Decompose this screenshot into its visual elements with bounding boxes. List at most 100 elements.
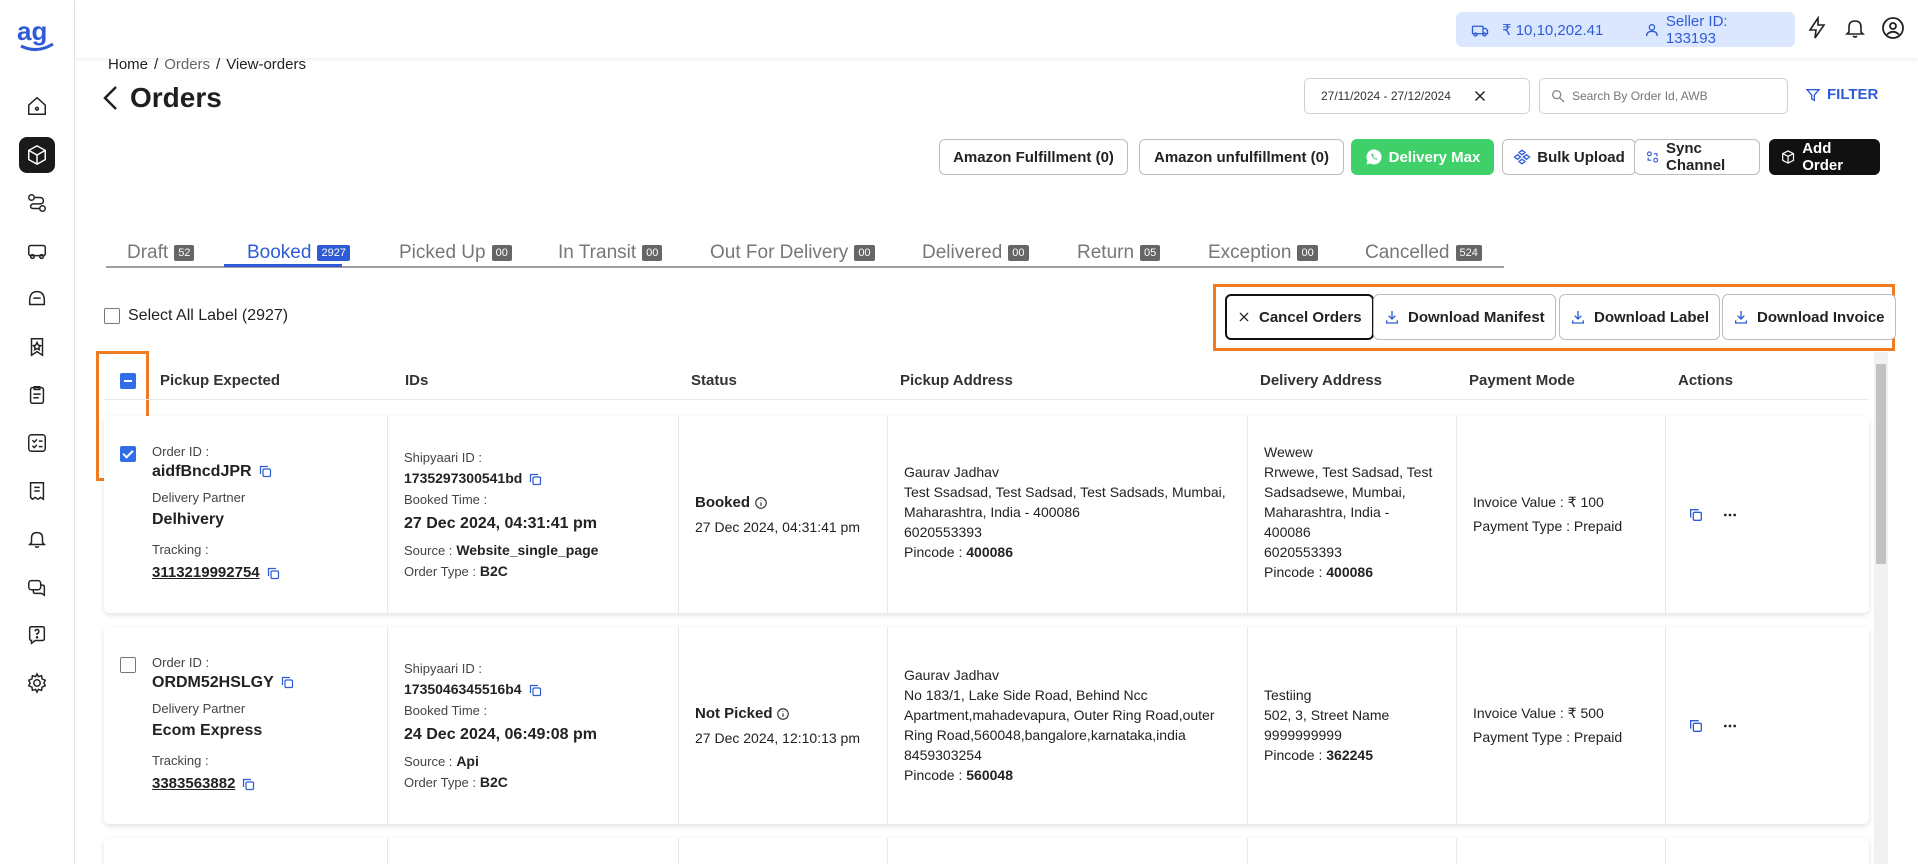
col-pickup-expected: Pickup Expected: [160, 372, 281, 389]
back-arrow-icon[interactable]: [102, 85, 120, 111]
row-select-checkbox[interactable]: [120, 446, 136, 462]
page-title: Orders: [102, 82, 222, 114]
help-icon[interactable]: [19, 617, 55, 653]
download-icon: [1572, 311, 1584, 324]
bulk-upload-icon: [1513, 149, 1531, 165]
payment-type: Payment Type : Prepaid: [1473, 729, 1623, 745]
add-order-button[interactable]: Add Order: [1769, 139, 1880, 175]
brand-logo[interactable]: ag: [17, 14, 57, 54]
select-all-labels[interactable]: Select All Label (2927): [104, 307, 288, 325]
svg-text:ag: ag: [17, 16, 47, 46]
copy-order-icon[interactable]: [1688, 507, 1704, 523]
settings-gear-icon[interactable]: [19, 665, 55, 701]
sidebar: ag: [0, 0, 75, 864]
download-invoice-button[interactable]: Download Invoice: [1722, 294, 1896, 340]
more-options-icon[interactable]: [1722, 718, 1738, 734]
close-icon: [1239, 312, 1249, 322]
bell-icon[interactable]: [19, 521, 55, 557]
tab-cancelled[interactable]: Cancelled 524: [1365, 240, 1482, 266]
header-select-checkbox[interactable]: [120, 373, 136, 389]
copy-icon[interactable]: [528, 472, 543, 487]
pickup-expected-cell: Order ID : ORDM52HSLGY Delivery Partner …: [104, 627, 388, 824]
copy-icon[interactable]: [528, 683, 543, 698]
status-cell: Booked 27 Dec 2024, 04:31:41 pm: [679, 416, 888, 613]
copy-icon[interactable]: [241, 777, 256, 792]
badge-icon[interactable]: [19, 329, 55, 365]
receipt-icon[interactable]: [19, 473, 55, 509]
delivery-max-button[interactable]: Delivery Max: [1351, 139, 1494, 175]
booked-time: 27 Dec 2024, 04:31:41 pm: [404, 515, 598, 532]
tab-delivered[interactable]: Delivered 00: [922, 240, 1029, 266]
delivery-pincode: 362245: [1326, 747, 1373, 763]
copy-icon[interactable]: [258, 464, 273, 479]
notification-bell-icon[interactable]: [1843, 16, 1867, 40]
amazon-unfulfillment-button[interactable]: Amazon unfulfillment (0): [1139, 139, 1344, 175]
breadcrumb-orders[interactable]: Orders: [164, 56, 210, 73]
copy-icon[interactable]: [280, 675, 295, 690]
pickup-expected-cell: Order ID : aidfBncdJPR Delivery Partner …: [104, 416, 388, 613]
checklist-icon[interactable]: [19, 425, 55, 461]
select-all-checkbox[interactable]: [104, 308, 120, 324]
download-manifest-button[interactable]: Download Manifest: [1373, 294, 1556, 340]
flash-icon[interactable]: [1805, 15, 1829, 40]
seller-id-text: Seller ID: 133193: [1665, 12, 1728, 47]
tracking-link[interactable]: 3383563882: [152, 775, 235, 792]
table-row: Order ID : ORDM52HSLGY Delivery Partner …: [104, 627, 1869, 824]
search-icon: [1552, 90, 1565, 103]
pickup-address-cell: Gaurav Jadhav No 183/1, Lake Side Road, …: [888, 627, 1248, 824]
scrollbar-thumb[interactable]: [1876, 364, 1886, 564]
pickup-address-cell: Gaurav Jadhav Test Ssadsad, Test Sadsad,…: [888, 416, 1248, 613]
shipyaari-id: 1735046345516b4: [404, 681, 522, 697]
breadcrumb-home[interactable]: Home: [108, 56, 148, 73]
copy-icon[interactable]: [266, 566, 281, 581]
tab-draft[interactable]: Draft 52: [127, 240, 195, 266]
home-icon[interactable]: [19, 88, 55, 124]
pickup-pincode: 400086: [966, 544, 1013, 560]
col-pickup-address: Pickup Address: [900, 372, 1013, 389]
clipboard-icon[interactable]: [19, 377, 55, 413]
col-payment-mode: Payment Mode: [1469, 372, 1575, 389]
cancel-orders-button[interactable]: Cancel Orders: [1225, 294, 1374, 340]
delivery-partner: Delhivery: [152, 511, 225, 528]
search-box[interactable]: [1539, 78, 1788, 114]
amazon-fulfillment-button[interactable]: Amazon Fulfillment (0): [939, 139, 1128, 175]
tab-return[interactable]: Return 05: [1077, 240, 1161, 266]
search-input[interactable]: [1572, 89, 1772, 103]
route-icon[interactable]: [19, 185, 55, 221]
status-text: Not Picked: [695, 705, 773, 722]
delivery-address-cell: Wewew Rrwewe, Test Sadsad, Test Sadsadse…: [1248, 416, 1457, 613]
payment-type: Payment Type : Prepaid: [1473, 518, 1623, 534]
sync-channel-button[interactable]: Sync Channel: [1634, 139, 1760, 175]
truck-icon[interactable]: [19, 233, 55, 269]
ids-cell: Shipyaari ID : 1735046345516b4 Booked Ti…: [388, 627, 679, 824]
top-bar: ₹ 10,10,202.41 Seller ID: 133193: [75, 0, 1918, 58]
tab-out-for-delivery[interactable]: Out For Delivery 00: [710, 240, 875, 266]
seller-id-pill[interactable]: Seller ID: 133193: [1630, 12, 1795, 47]
row-select-checkbox[interactable]: [120, 657, 136, 673]
clear-date-icon[interactable]: [1471, 87, 1489, 105]
more-options-icon[interactable]: [1722, 507, 1738, 523]
tab-picked-up[interactable]: Picked Up 00: [399, 240, 512, 266]
info-icon[interactable]: [754, 496, 768, 510]
info-icon[interactable]: [776, 707, 790, 721]
table-scrollbar[interactable]: [1874, 352, 1888, 864]
profile-avatar-icon[interactable]: [1881, 16, 1905, 40]
invoice-value: Invoice Value : ₹ 100: [1473, 494, 1604, 510]
bulk-upload-button[interactable]: Bulk Upload: [1502, 139, 1636, 175]
table-row: [104, 838, 1869, 864]
tab-exception[interactable]: Exception 00: [1208, 240, 1318, 266]
helmet-icon[interactable]: [19, 281, 55, 317]
download-label-button[interactable]: Download Label: [1559, 294, 1721, 340]
orders-box-icon[interactable]: [19, 137, 55, 173]
order-id: aidfBncdJPR: [152, 463, 252, 480]
date-range-text: 27/11/2024 - 27/12/2024: [1321, 89, 1451, 103]
tab-in-transit[interactable]: In Transit 00: [558, 240, 663, 266]
chat-icon[interactable]: [19, 569, 55, 605]
filter-button[interactable]: FILTER: [1805, 86, 1878, 103]
date-range-picker[interactable]: 27/11/2024 - 27/12/2024: [1304, 78, 1530, 114]
tracking-link[interactable]: 3113219992754: [152, 564, 260, 581]
copy-order-icon[interactable]: [1688, 718, 1704, 734]
tab-booked[interactable]: Booked 2927: [247, 240, 350, 266]
download-icon: [1386, 311, 1398, 324]
status-time: 27 Dec 2024, 12:10:13 pm: [695, 730, 861, 746]
